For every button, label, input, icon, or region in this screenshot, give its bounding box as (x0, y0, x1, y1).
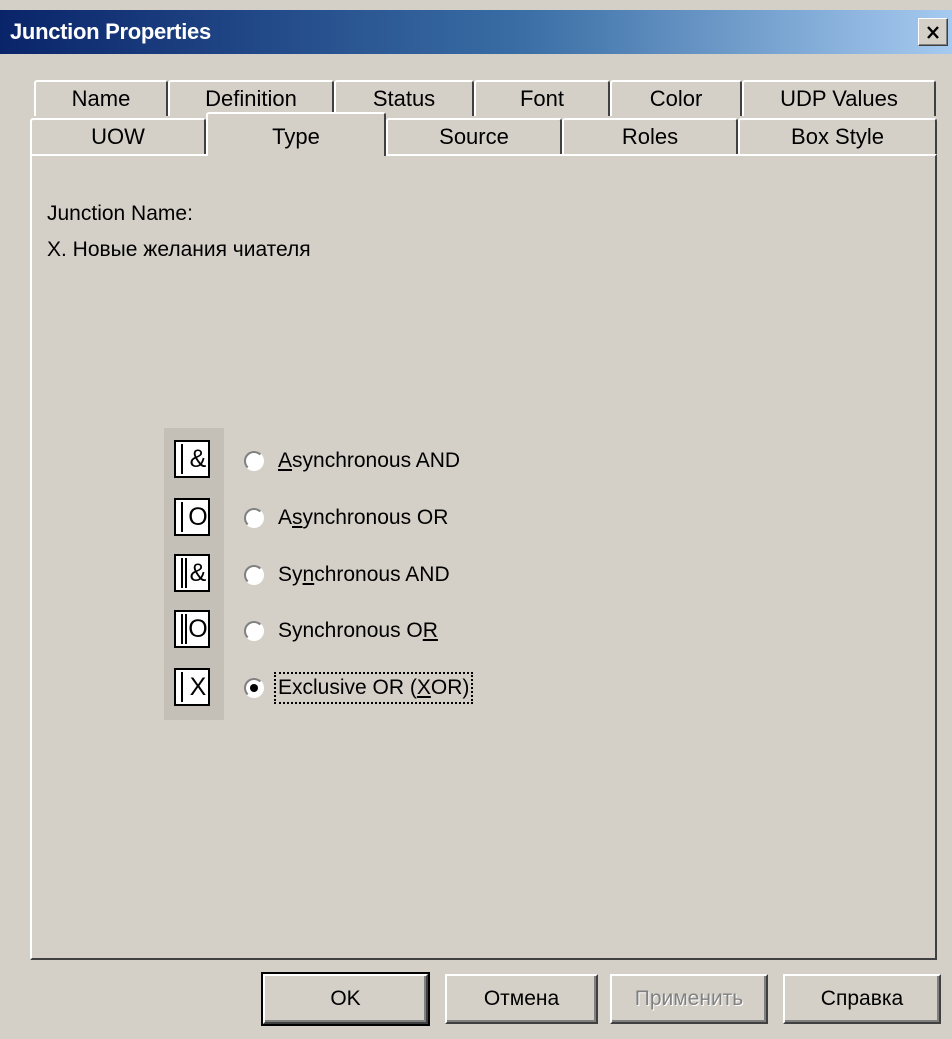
xor-icon: X (174, 668, 210, 706)
title-bar: Junction Properties (0, 10, 952, 54)
tab-box-style[interactable]: Box Style (738, 118, 937, 154)
tab-udp-values[interactable]: UDP Values (742, 80, 936, 116)
radio-label: Exclusive OR (XOR) (273, 672, 474, 704)
tab-label: Source (439, 124, 509, 149)
junction-name-label: Junction Name: (47, 202, 193, 225)
ok-button[interactable]: OK (261, 972, 430, 1026)
tab-label: Name (71, 86, 131, 111)
tab-uow[interactable]: UOW (30, 118, 206, 154)
async-and-icon: & (174, 440, 210, 478)
tab-label: UOW (91, 124, 145, 149)
radio-synchronous-and[interactable]: Synchronous AND (244, 560, 450, 590)
help-button[interactable]: Справка (783, 974, 941, 1024)
apply-button[interactable]: Применить (610, 974, 768, 1024)
cancel-button[interactable]: Отмена (445, 974, 598, 1024)
sync-and-icon: & (174, 554, 210, 592)
tab-source[interactable]: Source (386, 118, 562, 154)
window-title: Junction Properties (10, 19, 211, 44)
tab-label: Box Style (791, 124, 884, 149)
tab-label: Roles (621, 124, 679, 149)
junction-icon-strip: & O & O X (164, 428, 224, 720)
close-icon (927, 25, 939, 39)
radio-button[interactable] (244, 565, 264, 585)
radio-asynchronous-and[interactable]: Asynchronous AND (244, 446, 460, 476)
sync-or-icon: O (174, 610, 210, 648)
cancel-label: Отмена (483, 987, 560, 1010)
radio-label: Synchronous OR (278, 619, 438, 642)
tab-label: Font (519, 86, 565, 111)
radio-synchronous-or[interactable]: Synchronous OR (244, 616, 438, 646)
tab-status[interactable]: Status (334, 80, 474, 116)
tab-font[interactable]: Font (474, 80, 610, 116)
tab-label: Definition (205, 86, 297, 111)
tab-roles[interactable]: Roles (562, 118, 738, 154)
radio-exclusive-or[interactable]: Exclusive OR (XOR) (244, 672, 474, 704)
tab-color[interactable]: Color (610, 80, 742, 116)
tab-label: Color (649, 86, 703, 111)
apply-label: Применить (634, 987, 744, 1010)
close-button[interactable] (918, 18, 948, 46)
async-or-icon: O (174, 498, 210, 536)
tab-definition[interactable]: Definition (168, 80, 334, 116)
radio-button[interactable] (244, 508, 264, 528)
tab-label: Status (372, 86, 436, 111)
tab-label: UDP Values (780, 86, 898, 111)
tab-label: Type (272, 124, 320, 149)
radio-button[interactable] (244, 451, 264, 471)
radio-label: Asynchronous AND (278, 449, 461, 472)
tab-name[interactable]: Name (34, 80, 168, 116)
radio-label: Synchronous AND (278, 563, 450, 586)
radio-label: Asynchronous OR (278, 506, 449, 529)
help-label: Справка (820, 987, 904, 1010)
radio-button-checked[interactable] (244, 678, 264, 698)
junction-name-value: X. Новые желания чиателя (47, 238, 311, 261)
radio-button[interactable] (244, 621, 264, 641)
ok-label: OK (330, 987, 361, 1010)
radio-asynchronous-or[interactable]: Asynchronous OR (244, 503, 448, 533)
tab-type[interactable]: Type (206, 112, 386, 156)
